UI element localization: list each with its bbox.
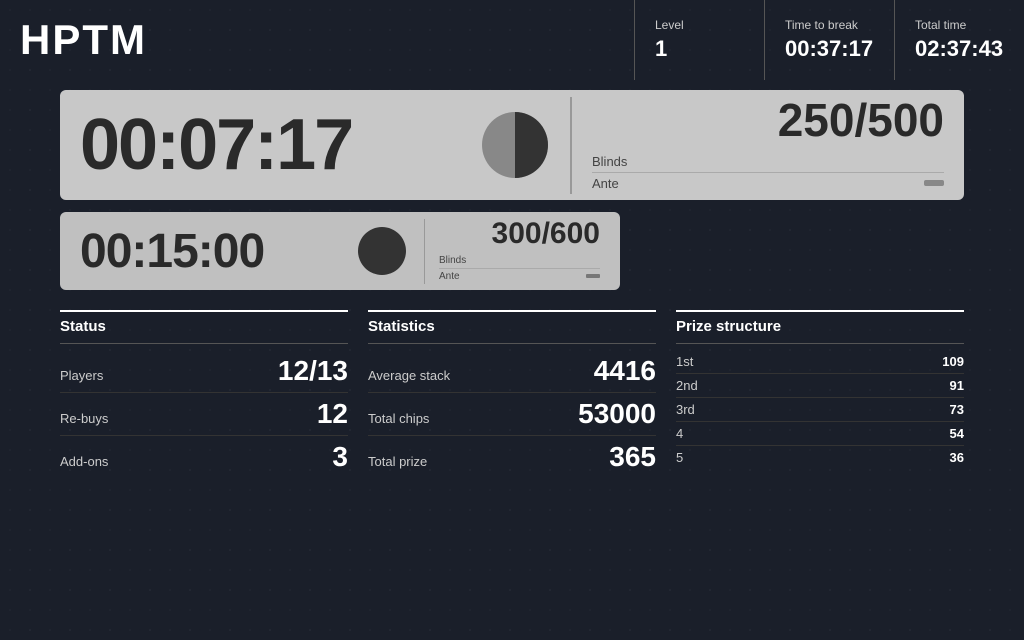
avg-stack-label: Average stack [368, 368, 450, 383]
app-logo: HPTM [20, 0, 634, 80]
prize-place-1: 1st [676, 354, 693, 369]
header: HPTM Level 1 Time to break 00:37:17 Tota… [0, 0, 1024, 80]
status-row-rebuys: Re-buys 12 [60, 393, 348, 436]
secondary-ante-row: Ante [439, 269, 600, 284]
secondary-blinds-value: 300/600 [439, 219, 600, 249]
header-info: Level 1 Time to break 00:37:17 Total tim… [634, 0, 1024, 80]
primary-pie-chart [480, 110, 550, 180]
time-to-break-value: 00:37:17 [785, 36, 874, 62]
total-time-value: 02:37:43 [915, 36, 1004, 62]
prize-value-1: 109 [942, 354, 964, 369]
primary-ante-label: Ante [592, 176, 619, 191]
prize-row-3: 3rd 73 [676, 398, 964, 422]
total-chips-label: Total chips [368, 411, 429, 426]
rebuys-value: 12 [317, 398, 348, 430]
level-label: Level [655, 18, 744, 32]
primary-ante-value [924, 180, 944, 186]
status-row-addons: Add-ons 3 [60, 436, 348, 478]
prize-place-5: 5 [676, 450, 683, 465]
stats-row-chips: Total chips 53000 [368, 393, 656, 436]
secondary-timer-card: 00:15:00 300/600 Blinds Ante [60, 212, 620, 290]
stats-row-avg: Average stack 4416 [368, 350, 656, 393]
rebuys-label: Re-buys [60, 411, 108, 426]
primary-blinds-value: 250/500 [592, 97, 944, 143]
prize-value-4: 54 [950, 426, 964, 441]
time-to-break-box: Time to break 00:37:17 [764, 0, 894, 80]
total-prize-label: Total prize [368, 454, 427, 469]
prize-row-1: 1st 109 [676, 350, 964, 374]
level-box: Level 1 [634, 0, 764, 80]
secondary-blinds-label: Blinds [439, 255, 466, 266]
avg-stack-value: 4416 [594, 355, 656, 387]
time-to-break-label: Time to break [785, 18, 874, 32]
secondary-ante-value [586, 274, 600, 278]
prize-row-4: 4 54 [676, 422, 964, 446]
prize-value-3: 73 [950, 402, 964, 417]
primary-ante-row: Ante [592, 173, 944, 194]
stats-section: Status Players 12/13 Re-buys 12 Add-ons … [0, 300, 1024, 478]
addons-label: Add-ons [60, 454, 108, 469]
status-row-players: Players 12/13 [60, 350, 348, 393]
prize-structure-title: Prize structure [676, 312, 964, 344]
primary-timer-display: 00:07:17 [80, 104, 460, 186]
statistics-panel-title: Statistics [368, 312, 656, 344]
prize-row-5: 5 36 [676, 446, 964, 469]
statistics-panel: Statistics Average stack 4416 Total chip… [368, 310, 656, 478]
timers-section: 00:07:17 250/500 Blinds Ante 00:15:00 30… [0, 80, 1024, 300]
addons-value: 3 [332, 441, 348, 473]
primary-timer-card: 00:07:17 250/500 Blinds Ante [60, 90, 964, 200]
secondary-pie-chart [356, 225, 408, 277]
level-value: 1 [655, 36, 744, 62]
total-prize-value: 365 [609, 441, 656, 473]
secondary-blinds-info: 300/600 Blinds Ante [424, 219, 600, 284]
prize-place-4: 4 [676, 426, 683, 441]
prize-value-2: 91 [950, 378, 964, 393]
status-panel-title: Status [60, 312, 348, 344]
players-value: 12/13 [278, 355, 348, 387]
prize-place-3: 3rd [676, 402, 695, 417]
total-time-label: Total time [915, 18, 1004, 32]
prize-place-2: 2nd [676, 378, 698, 393]
prize-row-2: 2nd 91 [676, 374, 964, 398]
total-chips-value: 53000 [578, 398, 656, 430]
players-label: Players [60, 368, 103, 383]
secondary-blinds-row: Blinds [439, 253, 600, 269]
prize-structure-panel: Prize structure 1st 109 2nd 91 3rd 73 4 … [676, 310, 964, 478]
primary-blinds-label: Blinds [592, 154, 627, 169]
secondary-timer-display: 00:15:00 [80, 224, 340, 279]
total-time-box: Total time 02:37:43 [894, 0, 1024, 80]
secondary-ante-label: Ante [439, 271, 460, 282]
prize-value-5: 36 [950, 450, 964, 465]
primary-blinds-info: 250/500 Blinds Ante [570, 97, 944, 194]
status-panel: Status Players 12/13 Re-buys 12 Add-ons … [60, 310, 348, 478]
stats-row-prize: Total prize 365 [368, 436, 656, 478]
primary-blinds-row: Blinds [592, 151, 944, 173]
